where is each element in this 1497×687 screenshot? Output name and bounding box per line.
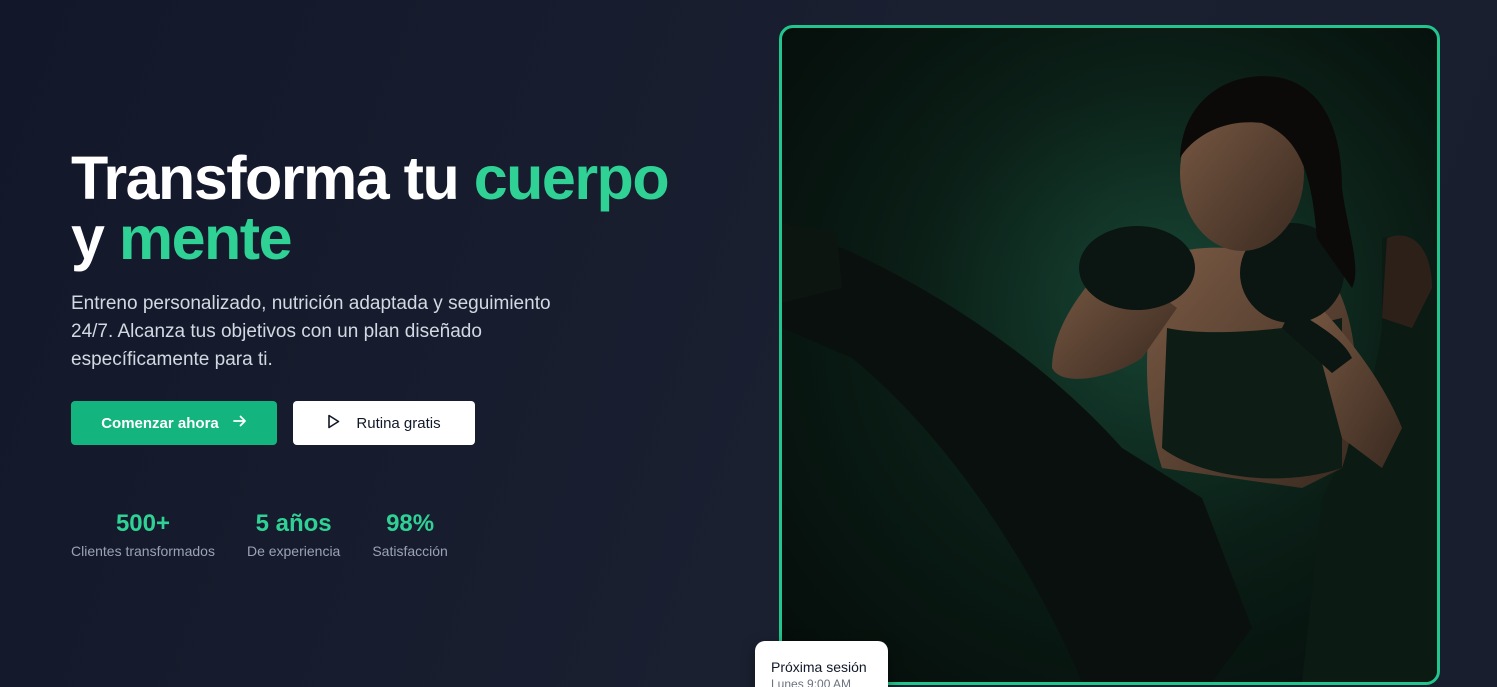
stat-value: 5 años xyxy=(255,510,332,537)
hero-title-accent-2: mente xyxy=(118,204,293,272)
stat-clients: 500+ Clientes transformados xyxy=(71,510,215,559)
next-session-card: Próxima sesión Lunes 9:00 AM xyxy=(755,641,888,687)
hero-text: Transforma tu cuerpo y mente Entreno per… xyxy=(71,148,751,374)
hero-title-part2: y xyxy=(71,204,119,272)
hero-subtitle: Entreno personalizado, nutrición adaptad… xyxy=(71,293,551,370)
stat-label: Clientes transformados xyxy=(71,543,215,559)
free-routine-button[interactable]: Rutina gratis xyxy=(293,401,475,445)
stat-experience: 5 años De experiencia xyxy=(247,510,340,559)
play-icon xyxy=(327,414,340,433)
hero-title: Transforma tu cuerpo y mente xyxy=(71,148,751,269)
stat-label: Satisfacción xyxy=(372,543,448,559)
hero-title-accent-1: cuerpo xyxy=(473,144,670,212)
next-session-title: Próxima sesión xyxy=(771,659,867,675)
start-now-label: Comenzar ahora xyxy=(101,414,219,432)
kickboxer-photo xyxy=(782,28,1437,682)
free-routine-label: Rutina gratis xyxy=(356,414,441,432)
cta-buttons: Comenzar ahora Rutina gratis xyxy=(71,401,475,445)
stats-row: 500+ Clientes transformados 5 años De ex… xyxy=(71,510,448,559)
arrow-right-icon xyxy=(232,414,247,432)
stat-satisfaction: 98% Satisfacción xyxy=(372,510,447,559)
next-session-time: Lunes 9:00 AM xyxy=(771,677,852,687)
hero-title-part1: Transforma tu xyxy=(71,144,474,212)
start-now-button[interactable]: Comenzar ahora xyxy=(71,401,277,445)
stat-label: De experiencia xyxy=(246,543,341,559)
stat-value: 500+ xyxy=(115,510,170,537)
stat-value: 98% xyxy=(386,510,435,537)
hero-image-frame xyxy=(779,25,1440,685)
